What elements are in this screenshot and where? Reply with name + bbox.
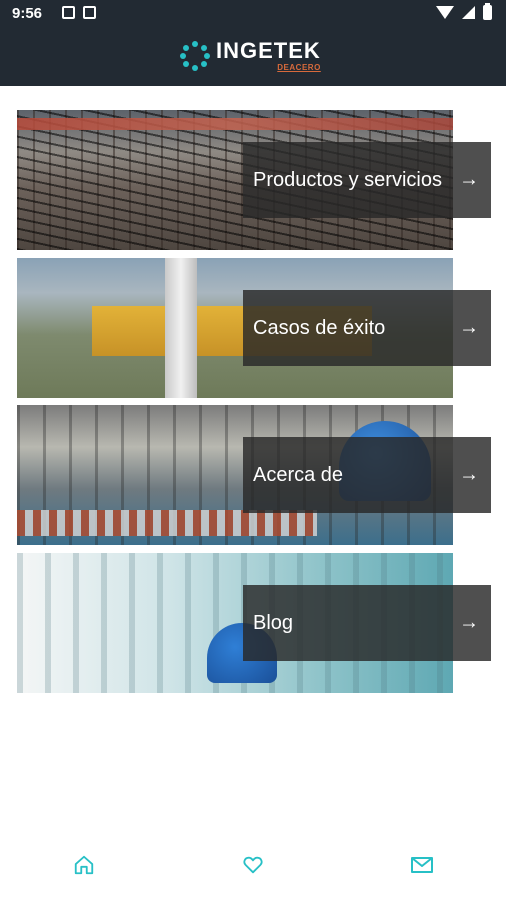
card-label: Acerca de — [253, 463, 344, 486]
mail-icon — [410, 857, 433, 873]
nav-home-button[interactable] — [54, 835, 114, 895]
bottom-navigation — [0, 830, 506, 900]
battery-icon — [483, 3, 492, 20]
card-productos-servicios-label-box[interactable]: Productos y servicios → — [243, 142, 491, 218]
brand-subtitle: DEACERO — [277, 63, 321, 72]
logo-ring-icon — [180, 41, 210, 71]
gallery-notification-icon — [62, 6, 75, 19]
arrow-right-icon: → — [459, 316, 479, 339]
card-label: Blog — [253, 611, 294, 634]
arrow-right-icon: → — [459, 463, 479, 486]
wifi-icon — [436, 6, 454, 19]
status-icons-right — [436, 3, 492, 20]
app-header: 9:56 INGETEK DEACERO — [0, 0, 506, 86]
home-icon — [75, 855, 94, 875]
card-casos-exito-label-box[interactable]: Casos de éxito → — [243, 290, 491, 366]
nav-contact-button[interactable] — [392, 835, 452, 895]
arrow-right-icon: → — [459, 168, 479, 191]
status-time: 9:56 — [12, 5, 43, 22]
brand-name: INGETEK — [216, 38, 321, 63]
nav-favorites-button[interactable] — [223, 835, 283, 895]
card-acerca-de-label-box[interactable]: Acerca de → — [243, 437, 491, 513]
heart-icon — [243, 856, 263, 874]
status-icons-left — [62, 6, 96, 19]
arrow-right-icon: → — [459, 611, 479, 634]
card-label: Casos de éxito — [253, 316, 386, 339]
card-label: Productos y servicios — [253, 168, 442, 191]
card-blog-label-box[interactable]: Blog → — [243, 585, 491, 661]
signal-icon — [462, 6, 475, 19]
brand-logo: INGETEK DEACERO — [180, 36, 321, 76]
app-notification-icon — [83, 6, 96, 19]
